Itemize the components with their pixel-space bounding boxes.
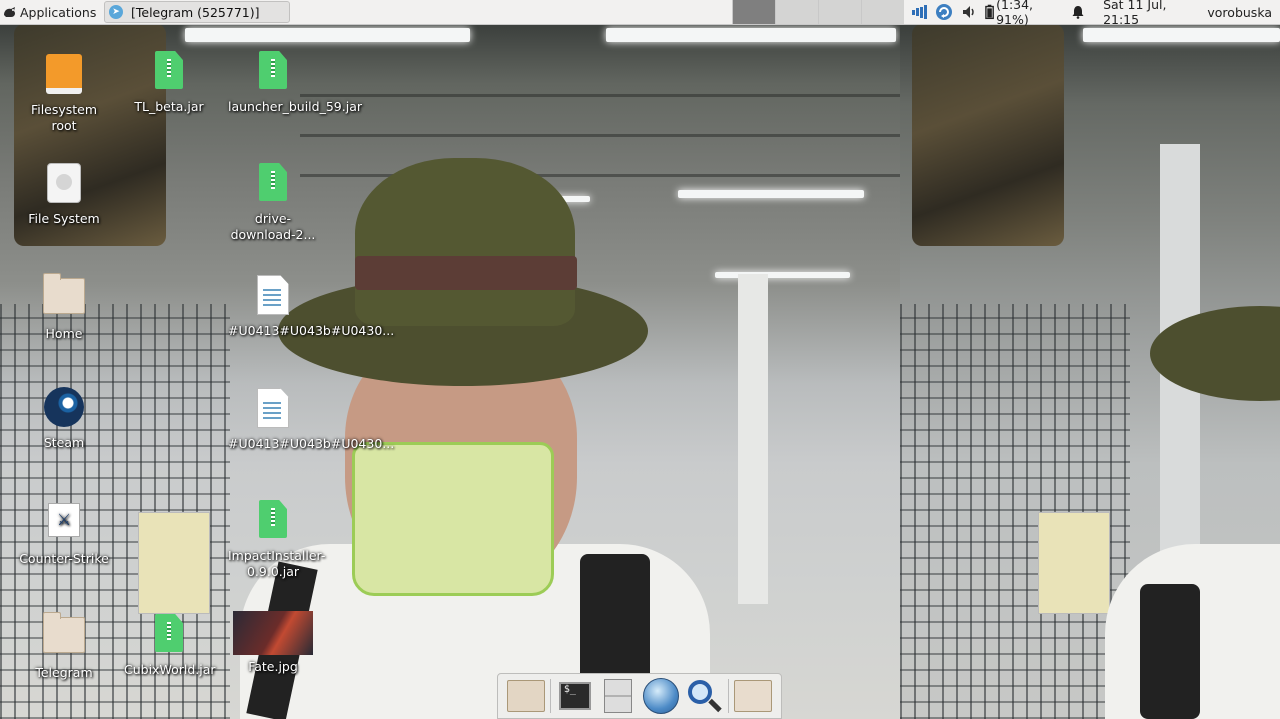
ceiling-light xyxy=(1083,28,1280,42)
xfce-mouse-icon xyxy=(4,7,15,17)
document-icon xyxy=(257,275,289,315)
dock-separator xyxy=(549,679,551,713)
jar-icon xyxy=(155,614,183,652)
battery-indicator[interactable]: (1:34, 91%) xyxy=(985,0,1063,27)
jar-icon xyxy=(259,500,287,538)
dock-home-button[interactable] xyxy=(506,677,545,715)
desktop-icon-impact-installer[interactable]: ImpactInstaller-0.9.0.jar xyxy=(228,497,326,580)
desktop-icon-label: launcher_build_59.jar xyxy=(228,99,362,114)
hanging-jacket xyxy=(912,24,1064,246)
drive-icon xyxy=(46,54,82,94)
ceiling-light xyxy=(715,272,850,278)
file-cabinet-icon xyxy=(603,679,632,713)
desktop-icon-label: Fate.jpg xyxy=(248,659,298,674)
task-title: [Telegram (525771)] xyxy=(131,4,260,20)
dock-search-button[interactable] xyxy=(685,677,723,715)
search-icon xyxy=(688,680,713,704)
desktop-icon-home[interactable]: Home xyxy=(19,272,109,342)
ceiling-light xyxy=(606,28,896,42)
desktop-icon-tl-beta-jar[interactable]: TL_beta.jar xyxy=(124,48,214,115)
volume-icon[interactable] xyxy=(961,4,977,20)
dock-folder-button[interactable] xyxy=(734,677,773,715)
desktop-icon-counter-strike[interactable]: ⚔ Counter-Strike xyxy=(19,497,109,567)
clock[interactable]: Sat 11 Jul, 21:15 xyxy=(1103,0,1197,27)
jar-icon xyxy=(155,51,183,89)
desktop-icon-label: #U0413#U043b#U0430... xyxy=(228,323,395,338)
desktop-icon-label: Telegram xyxy=(35,665,93,680)
backpack-strap xyxy=(1140,584,1200,719)
steam-icon xyxy=(44,387,84,427)
face-mask xyxy=(352,442,554,596)
top-panel: Applications ➤ [Telegram (525771)] (1:34… xyxy=(0,0,1280,27)
desktop-icon-file-system[interactable]: File System xyxy=(19,160,109,227)
desktop-icon-document-1[interactable]: #U0413#U043b#U0430... xyxy=(228,272,395,339)
desktop-icon-steam[interactable]: Steam xyxy=(19,385,109,451)
folder-icon xyxy=(43,612,85,653)
workspace-3[interactable] xyxy=(818,0,861,24)
desktop-icon-telegram[interactable]: Telegram xyxy=(19,611,109,681)
hat-crown xyxy=(355,158,575,326)
desktop-icon-label: Home xyxy=(45,326,83,341)
desktop-icon-label: Counter-Strike xyxy=(19,551,109,566)
disk-icon xyxy=(47,163,81,203)
ceiling-light xyxy=(678,190,864,198)
jar-icon xyxy=(259,163,287,201)
folder-icon xyxy=(734,680,773,712)
dock-terminal-button[interactable]: $_ xyxy=(556,677,594,715)
ceiling-beam xyxy=(300,134,900,137)
desktop-icon-drive-download[interactable]: drive-download-2... xyxy=(228,160,318,243)
desktop-icon-label: drive-download-2... xyxy=(230,211,316,242)
ceiling-beam xyxy=(300,94,900,97)
desktop-icon-launcher-jar[interactable]: launcher_build_59.jar xyxy=(228,48,362,115)
counter-strike-icon: ⚔ xyxy=(48,503,80,537)
workspace-2[interactable] xyxy=(775,0,818,24)
dock-web-browser-button[interactable] xyxy=(642,677,680,715)
workspace-1[interactable] xyxy=(732,0,775,24)
taskbar-button-telegram[interactable]: ➤ [Telegram (525771)] xyxy=(104,1,290,23)
bottom-dock: $_ xyxy=(497,673,782,719)
jar-icon xyxy=(259,51,287,89)
desktop-icon-label: Filesystem root xyxy=(30,102,98,133)
battery-text: (1:34, 91%) xyxy=(996,0,1034,27)
desktop-icon-cubixworld-jar[interactable]: CubixWorld.jar xyxy=(124,611,216,678)
applications-menu-button[interactable]: Applications xyxy=(0,0,100,24)
desktop-icon-label: ImpactInstaller-0.9.0.jar xyxy=(228,548,326,579)
battery-icon xyxy=(985,4,994,20)
image-thumbnail xyxy=(233,611,313,655)
web-browser-icon xyxy=(643,678,680,714)
desktop-icon-label: CubixWorld.jar xyxy=(124,662,216,677)
user-menu[interactable]: vorobuska xyxy=(1207,5,1272,20)
home-folder-icon xyxy=(43,273,85,314)
dock-separator xyxy=(728,679,730,713)
bell-icon[interactable] xyxy=(1071,5,1085,19)
desktop-icon-filesystem-root[interactable]: Filesystem root xyxy=(19,48,109,134)
dock-file-cabinet-button[interactable] xyxy=(599,677,637,715)
system-tray: (1:34, 91%) Sat 11 Jul, 21:15 vorobuska xyxy=(912,0,1280,27)
applications-label: Applications xyxy=(20,4,97,20)
desktop-icon-label: File System xyxy=(28,211,100,226)
telegram-icon: ➤ xyxy=(109,5,123,19)
document-icon xyxy=(257,388,289,428)
desktop-icon-label: Steam xyxy=(43,435,85,450)
workspace-switcher xyxy=(732,0,904,24)
ceiling-light xyxy=(185,28,470,42)
terminal-icon: $_ xyxy=(558,682,591,710)
update-icon[interactable] xyxy=(935,3,953,21)
desktop-icon-fate-jpg[interactable]: Fate.jpg xyxy=(228,611,318,675)
desktop-icon-label: TL_beta.jar xyxy=(134,99,204,114)
price-poster xyxy=(138,512,210,614)
signal-icon[interactable] xyxy=(912,5,927,19)
wallpaper-photo-right xyxy=(900,24,1280,719)
workspace-4[interactable] xyxy=(861,0,904,24)
desktop-icon-document-2[interactable]: #U0413#U043b#U0430... xyxy=(228,385,395,452)
price-poster xyxy=(1038,512,1110,614)
home-folder-icon xyxy=(506,680,545,712)
hat-band xyxy=(355,256,577,290)
store-pillar xyxy=(738,274,768,604)
desktop-icon-label: #U0413#U043b#U0430... xyxy=(228,436,395,451)
